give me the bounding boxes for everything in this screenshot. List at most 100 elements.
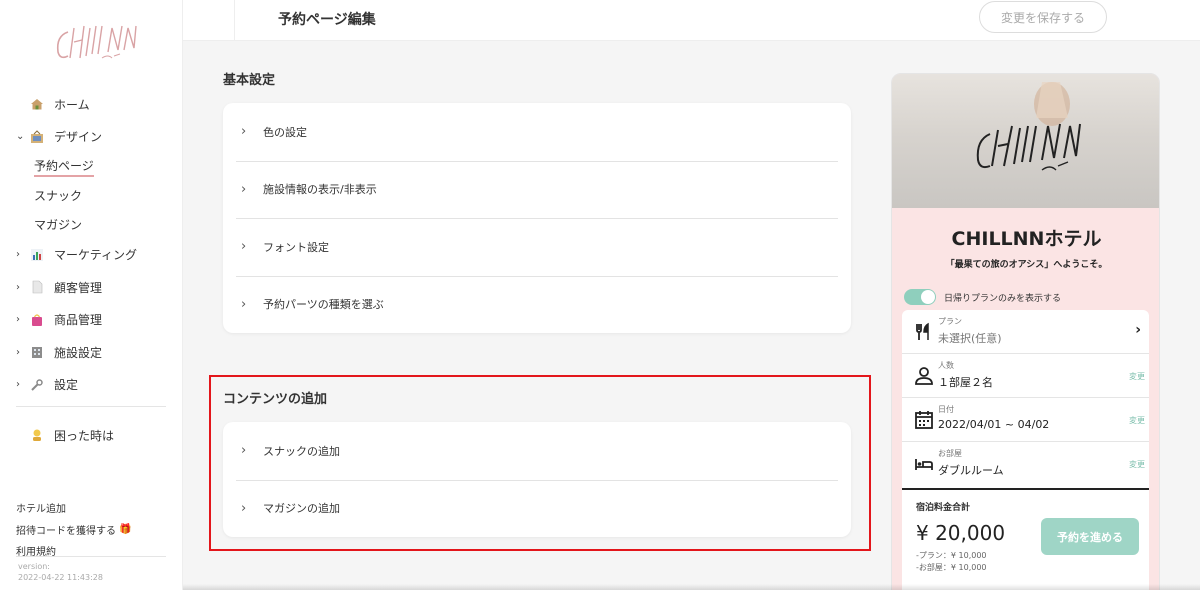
- chillnn-logo[interactable]: [50, 18, 140, 66]
- chevron-right-icon: ›: [241, 181, 247, 197]
- sidebar-item-label: デザイン: [54, 130, 103, 145]
- font-settings-row[interactable]: › フォント設定: [223, 218, 851, 276]
- sidebar-nav: ホーム ⌄ デザイン 予約ページ スナック マガジン › マーケティング › 顧…: [16, 88, 176, 452]
- sidebar-item-label: マーケティング: [54, 248, 138, 263]
- bed-icon: [915, 459, 933, 470]
- day-trip-toggle-row: 日帰りプランのみを表示する: [904, 289, 1061, 305]
- proceed-booking-button[interactable]: 予約を進める: [1041, 518, 1139, 555]
- change-room-link[interactable]: 変更: [1129, 459, 1145, 470]
- sidebar-subitem-reservation-page[interactable]: 予約ページ: [16, 153, 176, 182]
- version-value: 2022-04-22 11:43:28: [18, 573, 103, 582]
- bottom-edge-shadow: [183, 584, 1200, 590]
- sidebar-item-label: 商品管理: [54, 313, 103, 328]
- change-date-link[interactable]: 変更: [1129, 415, 1145, 426]
- reservation-parts-row[interactable]: › 予約パーツの種類を選ぶ: [223, 275, 851, 334]
- sidebar-subitem-magazine[interactable]: マガジン: [16, 210, 176, 239]
- sidebar-item-label: ホーム: [54, 97, 90, 112]
- page-header: 予約ページ編集 変更を保存する: [183, 0, 1200, 41]
- divider: [902, 488, 1149, 490]
- sidebar-item-label: 困った時は: [54, 428, 115, 443]
- chevron-right-icon: ›: [16, 379, 20, 391]
- color-settings-row[interactable]: › 色の設定: [223, 103, 851, 161]
- divider: [16, 556, 166, 557]
- person-icon: [915, 367, 933, 385]
- price-breakdown: -プラン：¥ 10,000 -お部屋：¥ 10,000: [916, 550, 987, 574]
- invite-code-label: 招待コードを獲得する: [16, 525, 116, 537]
- chevron-right-icon: ›: [1135, 322, 1141, 338]
- sidebar-item-settings[interactable]: › 設定: [16, 369, 176, 402]
- total-label: 宿泊料金合計: [916, 503, 971, 513]
- sidebar-item-home[interactable]: ホーム: [16, 88, 176, 121]
- chevron-right-icon: ›: [16, 314, 20, 326]
- basic-settings-card: › 色の設定 › 施設情報の表示/非表示 › フォント設定 › 予約パーツの種類を選ぶ: [223, 103, 851, 333]
- page-title: 予約ページ編集: [278, 12, 376, 28]
- sidebar-subitem-label: マガジン: [34, 217, 83, 232]
- add-hotel-link[interactable]: ホテル追加: [16, 497, 131, 519]
- sidebar-item-marketing[interactable]: › マーケティング: [16, 239, 176, 272]
- sidebar-subitem-label: 予約ページ: [34, 157, 94, 178]
- row-label: フォント設定: [263, 240, 329, 254]
- facility-info-visibility-row[interactable]: › 施設情報の表示/非表示: [223, 160, 851, 219]
- sidebar-item-design[interactable]: ⌄ デザイン: [16, 121, 176, 154]
- version-info: version: 2022-04-22 11:43:28: [18, 561, 103, 583]
- total-price: ¥ 20,000: [916, 521, 1006, 545]
- guests-label: 人数: [938, 361, 954, 370]
- plan-row[interactable]: プラン 未選択(任意) ›: [902, 310, 1149, 354]
- cutlery-icon: [916, 322, 929, 340]
- plan-price: -プラン：¥ 10,000: [916, 551, 987, 560]
- row-label: 色の設定: [263, 125, 307, 139]
- shopping-bag-icon: [32, 314, 42, 326]
- day-trip-toggle[interactable]: [904, 289, 936, 305]
- hero-logo-overlay: [976, 82, 1081, 171]
- document-icon: [32, 280, 43, 294]
- sidebar-subitem-label: スナック: [34, 189, 83, 204]
- toggle-label: 日帰りプランのみを表示する: [944, 293, 1062, 304]
- room-row: お部屋 ダブルルーム 変更: [902, 442, 1149, 486]
- sidebar-item-products[interactable]: › 商品管理: [16, 304, 176, 337]
- room-value: ダブルルーム: [938, 464, 1004, 477]
- building-icon: [32, 347, 42, 359]
- plan-value: 未選択(任意): [938, 332, 1002, 345]
- date-label: 日付: [938, 405, 954, 414]
- invite-code-link[interactable]: 招待コードを獲得する 🎁: [16, 519, 131, 541]
- highlight-box: [209, 375, 871, 551]
- change-guests-link[interactable]: 変更: [1129, 371, 1145, 382]
- sidebar-item-customers[interactable]: › 顧客管理: [16, 271, 176, 304]
- sidebar: ホーム ⌄ デザイン 予約ページ スナック マガジン › マーケティング › 顧…: [0, 0, 183, 590]
- basic-settings-title: 基本設定: [223, 73, 276, 88]
- help-person-icon: [33, 429, 41, 442]
- room-label: お部屋: [938, 449, 962, 458]
- row-label: 施設情報の表示/非表示: [263, 183, 377, 197]
- date-row: 日付 2022/04/01 ~ 04/02 変更: [902, 398, 1149, 442]
- sidebar-subitem-snack[interactable]: スナック: [16, 182, 176, 211]
- room-price: -お部屋：¥ 10,000: [916, 563, 987, 572]
- chevron-right-icon: ›: [241, 239, 247, 255]
- hero-image: [892, 74, 1159, 208]
- chevron-right-icon: ›: [16, 249, 20, 261]
- chevron-right-icon: ›: [241, 296, 247, 312]
- save-changes-button[interactable]: 変更を保存する: [979, 1, 1107, 33]
- sidebar-bottom-links: ホテル追加 招待コードを獲得する 🎁 利用規約: [16, 497, 131, 562]
- sidebar-item-label: 設定: [54, 378, 79, 393]
- hotel-name: CHILLNNホテル: [951, 228, 1102, 250]
- chevron-right-icon: ›: [241, 124, 247, 140]
- design-icon: [31, 130, 43, 143]
- sidebar-item-help[interactable]: 困った時は: [16, 419, 176, 452]
- hotel-welcome: 「最果ての旅のオアシス」へようこそ。: [945, 260, 1108, 270]
- calendar-icon: [915, 411, 933, 429]
- wrench-icon: [31, 379, 43, 391]
- sidebar-item-label: 顧客管理: [54, 280, 103, 295]
- plan-label: プラン: [938, 317, 962, 326]
- gift-icon: 🎁: [119, 523, 132, 535]
- chevron-right-icon: ›: [16, 346, 20, 358]
- guests-row: 人数 １部屋２名 変更: [902, 354, 1149, 398]
- home-icon: [31, 99, 43, 110]
- version-label: version:: [18, 562, 50, 571]
- chevron-down-icon: ⌄: [16, 131, 25, 143]
- nav-divider: [16, 406, 166, 407]
- divider: [234, 0, 235, 41]
- terms-link[interactable]: 利用規約: [16, 540, 131, 562]
- booking-preview: CHILLNNホテル 「最果ての旅のオアシス」へようこそ。 日帰りプランのみを表…: [891, 73, 1160, 590]
- booking-form: プラン 未選択(任意) › 人数 １部屋２名 変更 日付 2022/04/01 …: [902, 310, 1149, 590]
- sidebar-item-facility[interactable]: › 施設設定: [16, 336, 176, 369]
